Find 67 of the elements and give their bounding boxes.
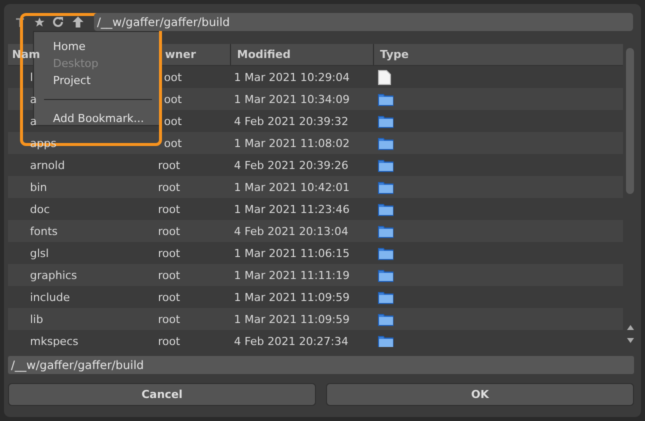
folder-icon [378,312,394,326]
folder-icon [378,202,394,216]
file-name: a [30,114,37,128]
add-bookmark-item[interactable]: Add Bookmark... [53,110,144,127]
folder-icon [378,334,394,347]
owner-cell: root [158,202,180,216]
folder-icon [378,158,394,172]
path-input[interactable]: /__w/gaffer/gaffer/build [8,356,634,374]
owner-cell: root [158,158,180,172]
column-header[interactable]: wner [165,48,196,61]
document-icon [378,70,391,84]
file-name: fonts [30,224,58,238]
modified-cell: 4 Feb 2021 20:39:26 [234,158,348,172]
menu-item[interactable]: Project [53,72,91,89]
file-name: mkspecs [30,334,78,347]
modified-cell: 1 Mar 2021 11:23:46 [234,202,350,216]
owner-cell: root [158,268,180,282]
modified-cell: 1 Mar 2021 10:34:09 [234,92,350,106]
modified-cell: 4 Feb 2021 20:39:32 [234,114,348,128]
modified-cell: 4 Feb 2021 20:27:34 [234,334,348,347]
modified-cell: 1 Mar 2021 11:09:59 [234,290,350,304]
cancel-button[interactable]: Cancel [8,383,316,406]
owner-cell: oot [164,92,182,106]
folder-icon [378,180,394,194]
ok-button[interactable]: OK [326,383,634,406]
file-name: bin [30,180,48,194]
owner-cell: root [158,246,180,260]
scroll-up-icon[interactable] [626,325,634,330]
file-name: include [30,290,70,304]
file-name: glsl [30,246,49,260]
owner-cell: root [158,180,180,194]
folder-icon [378,136,394,150]
owner-cell: root [158,312,180,326]
modified-cell: 1 Mar 2021 11:06:15 [234,246,350,260]
folder-icon [378,224,394,238]
modified-cell: 1 Mar 2021 10:29:04 [234,70,350,84]
owner-cell: oot [164,70,182,84]
path-field[interactable]: /__w/gaffer/gaffer/build [94,13,633,31]
file-name: a [30,92,37,106]
owner-cell: root [158,224,180,238]
modified-cell: 1 Mar 2021 11:08:02 [234,136,350,150]
folder-icon [378,92,394,106]
owner-cell: oot [164,114,182,128]
up-arrow-icon[interactable] [72,16,84,28]
menu-item[interactable]: Home [53,38,86,55]
column-header[interactable]: Modified [237,48,291,61]
owner-cell: root [158,290,180,304]
folder-icon [378,268,394,282]
owner-cell: oot [164,136,182,150]
owner-cell: root [158,334,180,347]
modified-cell: 1 Mar 2021 11:11:19 [234,268,350,282]
file-name: l [30,70,34,84]
file-name: arnold [30,158,65,172]
file-name: lib [30,312,44,326]
modified-cell: 1 Mar 2021 10:42:01 [234,180,350,194]
folder-icon [378,246,394,260]
modified-cell: 4 Feb 2021 20:13:04 [234,224,348,238]
refresh-icon[interactable] [52,16,64,28]
folder-icon [378,290,394,304]
file-name: graphics [30,268,78,282]
folder-icon [378,114,394,128]
pin-icon[interactable] [16,18,24,26]
file-name: doc [30,202,50,216]
scroll-down-icon[interactable] [626,338,634,343]
column-header[interactable]: Type [380,48,409,61]
modified-cell: 1 Mar 2021 11:09:59 [234,312,350,326]
star-icon[interactable] [34,16,45,28]
